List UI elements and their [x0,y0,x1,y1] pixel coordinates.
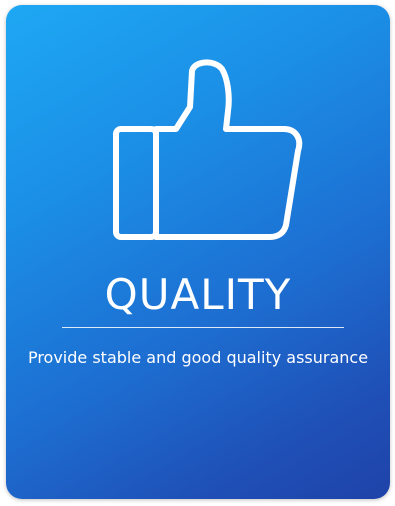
thumbs-up-icon [110,57,308,243]
title-divider [62,327,344,328]
quality-card: QUALITY Provide stable and good quality … [6,5,390,499]
card-title: QUALITY [104,270,292,319]
page: QUALITY Provide stable and good quality … [0,0,395,506]
card-description: Provide stable and good quality assuranc… [27,348,369,367]
